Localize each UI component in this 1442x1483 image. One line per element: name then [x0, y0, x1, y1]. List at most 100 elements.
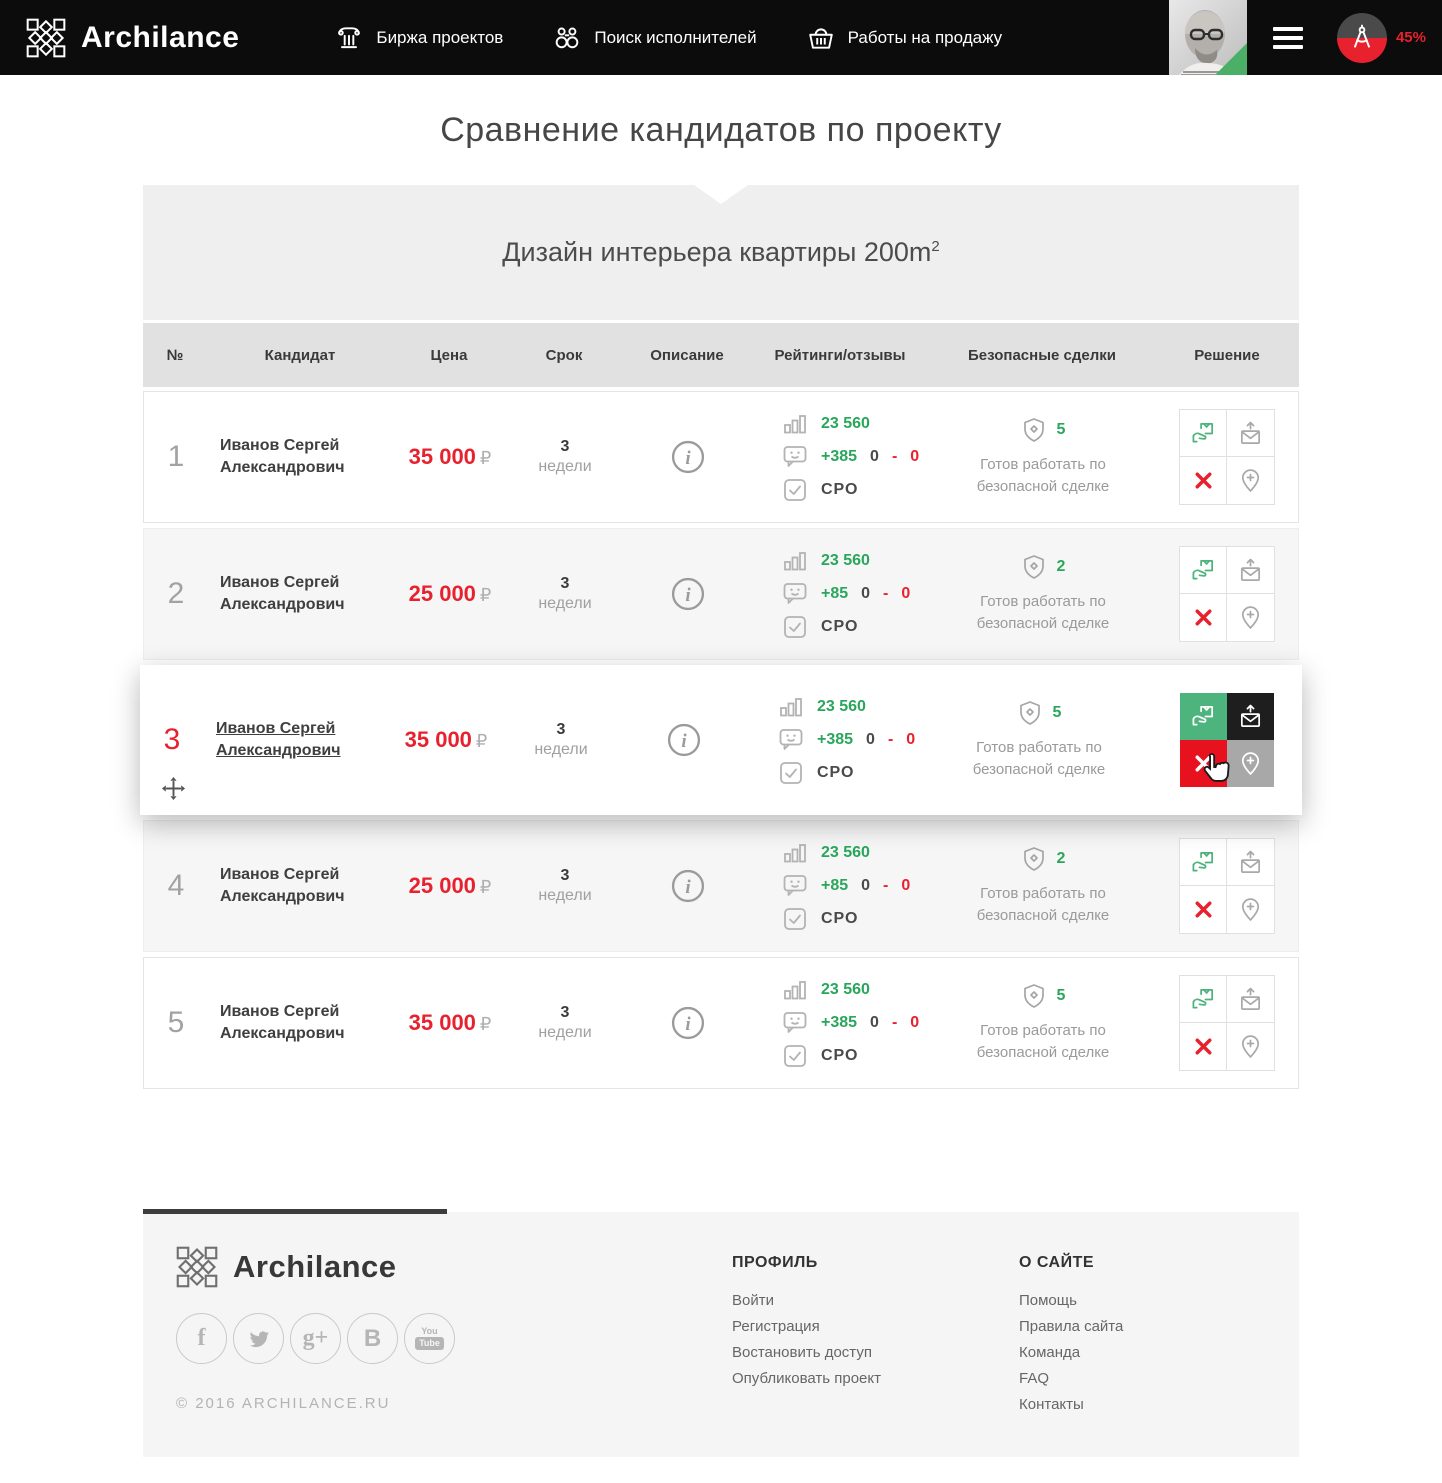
bar-chart-icon: [782, 977, 808, 1003]
candidate-name-link[interactable]: Иванов Сергей Александрович: [220, 866, 345, 905]
footer-brand[interactable]: Archilance: [176, 1246, 732, 1288]
th-term: Срок: [505, 347, 623, 364]
offer-deal-button[interactable]: [1180, 410, 1227, 457]
candidate-name-link[interactable]: Иванов Сергей Александрович: [220, 574, 345, 613]
offer-deal-button[interactable]: [1180, 839, 1227, 886]
youtube-icon[interactable]: You Tube: [404, 1313, 455, 1364]
shield-icon: [1021, 983, 1047, 1009]
footer-link-publish-project[interactable]: Опубликовать проект: [732, 1370, 1019, 1387]
bar-chart-icon: [782, 548, 808, 574]
info-icon[interactable]: [671, 440, 705, 474]
send-message-button[interactable]: [1227, 976, 1274, 1023]
candidate-name-link[interactable]: Иванов Сергей Александрович: [216, 720, 341, 759]
footer-link-login[interactable]: Войти: [732, 1292, 1019, 1309]
reviews-neutral: 0: [861, 585, 870, 603]
offer-deal-button[interactable]: [1180, 976, 1227, 1023]
footer-link-site-rules[interactable]: Правила сайта: [1019, 1318, 1123, 1335]
shield-icon: [1021, 417, 1047, 443]
footer-link-register[interactable]: Регистрация: [732, 1318, 1019, 1335]
reject-button[interactable]: [1180, 740, 1227, 787]
footer-link-team[interactable]: Команда: [1019, 1344, 1123, 1361]
info-icon[interactable]: [671, 869, 705, 903]
send-message-button[interactable]: [1227, 547, 1274, 594]
term-unit: недели: [506, 595, 624, 613]
nav-item-find-performers[interactable]: Поиск исполнителей: [553, 24, 756, 52]
candidates-table: 1 Иванов Сергей Александрович 35 000₽ 3н…: [143, 391, 1299, 1089]
footer-link-help[interactable]: Помощь: [1019, 1292, 1123, 1309]
footer: Archilance f g+ B You Tube © 2016 ARCHIL…: [143, 1212, 1299, 1457]
pin-plus-icon: [1238, 605, 1263, 630]
offer-deal-button[interactable]: [1180, 693, 1227, 740]
add-location-button[interactable]: [1227, 886, 1274, 933]
term-unit: недели: [506, 1024, 624, 1042]
nav-item-works-for-sale[interactable]: Работы на продажу: [807, 24, 1003, 52]
safe-deals-count: 2: [1057, 558, 1066, 576]
reviews-neutral: 0: [861, 877, 870, 895]
reviews-comment-icon: [778, 727, 804, 753]
x-icon: [1191, 468, 1216, 493]
send-message-button[interactable]: [1227, 410, 1274, 457]
row-number: 2: [144, 577, 208, 611]
nav-item-projects-exchange[interactable]: Биржа проектов: [335, 24, 503, 52]
candidate-name-link[interactable]: Иванов Сергей Александрович: [220, 1003, 345, 1042]
user-avatar[interactable]: [1169, 0, 1247, 75]
info-icon[interactable]: [667, 723, 701, 757]
reviews-positive: +385: [821, 1014, 857, 1032]
send-message-button[interactable]: [1227, 839, 1274, 886]
add-location-button[interactable]: [1227, 1023, 1274, 1070]
row-number: 5: [144, 1006, 208, 1040]
safe-deals-count: 5: [1057, 987, 1066, 1005]
rating-value: 23 560: [821, 844, 870, 862]
profile-progress-label: 45%: [1396, 29, 1426, 46]
send-message-button[interactable]: [1227, 693, 1274, 740]
info-icon[interactable]: [671, 577, 705, 611]
add-location-button[interactable]: [1227, 740, 1274, 787]
shield-icon: [1017, 700, 1043, 726]
offer-deal-button[interactable]: [1180, 547, 1227, 594]
safe-deals-cell: 2 Готов работать по безопасной сделке: [930, 846, 1156, 927]
google-plus-icon[interactable]: g+: [290, 1313, 341, 1364]
info-icon[interactable]: [671, 1006, 705, 1040]
page-title-section: Сравнение кандидатов по проекту: [143, 75, 1299, 185]
reviews-negative: 0: [901, 877, 910, 895]
reject-button[interactable]: [1180, 594, 1227, 641]
vk-icon[interactable]: B: [347, 1313, 398, 1364]
safe-deals-cell: 5 Готов работать по безопасной сделке: [926, 700, 1152, 781]
reviews-positive: +85: [821, 585, 848, 603]
twitter-icon[interactable]: [233, 1313, 284, 1364]
pin-plus-icon: [1238, 751, 1263, 776]
navbar-right: 45%: [1169, 0, 1442, 75]
currency-sign: ₽: [480, 1014, 491, 1034]
candidate-name-link[interactable]: Иванов Сергей Александрович: [220, 437, 345, 476]
checkbox-icon: [782, 477, 808, 503]
mail-send-icon: [1238, 421, 1263, 446]
th-ratings: Рейтинги/отзывы: [751, 347, 929, 364]
footer-left: Archilance f g+ B You Tube © 2016 ARCHIL…: [176, 1246, 732, 1427]
checkbox-icon: [778, 760, 804, 786]
column-icon: [335, 24, 363, 52]
brand-logo[interactable]: Archilance: [26, 18, 239, 58]
reject-button[interactable]: [1180, 1023, 1227, 1070]
term-value: 3: [502, 721, 620, 739]
sro-badge: СРО: [821, 1047, 858, 1065]
reject-button[interactable]: [1180, 886, 1227, 933]
safe-deals-text: Готов работать по безопасной сделке: [956, 454, 1131, 498]
reviews-negative: 0: [910, 1014, 919, 1032]
footer-link-faq[interactable]: FAQ: [1019, 1370, 1123, 1387]
hamburger-menu-icon[interactable]: [1273, 22, 1303, 54]
drag-move-icon[interactable]: [161, 776, 186, 801]
reviews-positive: +385: [817, 731, 853, 749]
add-location-button[interactable]: [1227, 594, 1274, 641]
table-header: № Кандидат Цена Срок Описание Рейтинги/о…: [143, 323, 1299, 387]
add-location-button[interactable]: [1227, 457, 1274, 504]
footer-link-restore-access[interactable]: Востановить доступ: [732, 1344, 1019, 1361]
price-value: 25 000: [409, 581, 476, 606]
reject-button[interactable]: [1180, 457, 1227, 504]
reviews-positive: +385: [821, 448, 857, 466]
footer-link-contacts[interactable]: Контакты: [1019, 1396, 1123, 1413]
currency-sign: ₽: [480, 448, 491, 468]
reviews-comment-icon: [782, 581, 808, 607]
facebook-icon[interactable]: f: [176, 1313, 227, 1364]
profile-progress-circle[interactable]: [1337, 13, 1387, 63]
row-number: 4: [144, 869, 208, 903]
